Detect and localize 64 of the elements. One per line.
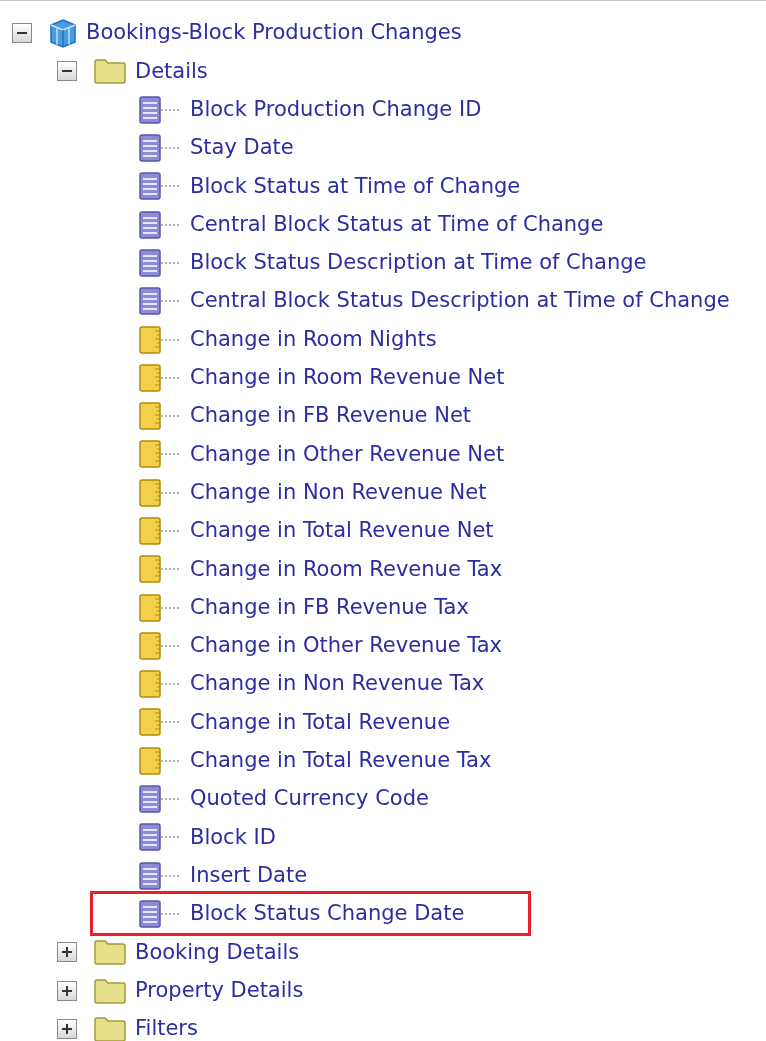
cube-icon [50, 19, 76, 48]
tree-item-label[interactable]: Central Block Status at Time of Change [190, 208, 604, 241]
column-icon [139, 785, 181, 813]
tree-item-label[interactable]: Change in Total Revenue Net [190, 515, 494, 547]
tree-item-label[interactable]: Change in Non Revenue Tax [190, 668, 485, 700]
tree-item-label[interactable]: Stay Date [190, 132, 294, 164]
folder-icon [94, 978, 126, 1004]
ruler-icon [139, 632, 181, 660]
expand-toggle[interactable] [57, 1018, 77, 1039]
ruler-icon [139, 555, 181, 584]
column-icon [139, 287, 181, 315]
ruler-icon [139, 747, 181, 775]
tree-item-label[interactable]: Change in Room Nights [190, 323, 437, 356]
tree-item-label[interactable]: Details [135, 55, 208, 88]
ruler-icon [139, 517, 181, 545]
ruler-icon [139, 440, 181, 469]
tree-item-label[interactable]: Block Status Description at Time of Change [190, 247, 647, 279]
expand-toggle[interactable] [57, 942, 77, 963]
tree-item-label[interactable]: Quoted Currency Code [190, 783, 429, 815]
ruler-icon [139, 593, 181, 622]
folder-icon [94, 59, 126, 85]
column-icon [139, 134, 181, 162]
tree-item-label[interactable]: Change in Non Revenue Net [190, 476, 487, 509]
column-icon [139, 900, 181, 928]
tree-item-label[interactable]: Block Status Change Date [190, 898, 465, 930]
tree-item-label[interactable]: Change in FB Revenue Net [190, 400, 472, 432]
tree-item-label[interactable]: Booking Details [135, 936, 300, 968]
tree-item-label[interactable]: Change in Total Revenue Tax [190, 745, 492, 777]
tree-item-label[interactable]: Change in Room Revenue Net [190, 362, 505, 394]
tree-item-label[interactable]: Insert Date [190, 859, 308, 892]
tree-item-label[interactable]: Central Block Status Description at Time of Change [190, 285, 730, 317]
ruler-icon [139, 325, 181, 354]
tree-item-label[interactable]: Block Status at Time of Change [190, 170, 521, 203]
plus-icon [61, 946, 73, 959]
tree-item-label[interactable]: Change in Other Revenue Tax [190, 630, 502, 662]
tree-item-label[interactable]: Change in Total Revenue [190, 706, 451, 739]
tree-item-label[interactable]: Bookings-Block Production Changes [86, 17, 462, 49]
ruler-icon [139, 364, 181, 392]
tree-item-label[interactable]: Property Details [135, 974, 304, 1007]
ruler-icon [139, 708, 181, 737]
tree-item-label[interactable]: Filters [135, 1013, 198, 1041]
tree-item-label[interactable]: Change in FB Revenue Tax [190, 591, 469, 624]
column-icon [139, 96, 181, 124]
collapse-toggle[interactable] [12, 23, 32, 44]
tree-item-label[interactable]: Change in Other Revenue Net [190, 438, 505, 471]
column-icon [139, 861, 181, 890]
collapse-toggle[interactable] [57, 61, 77, 82]
tree-item-label[interactable]: Block Production Change ID [190, 94, 482, 126]
ruler-icon [139, 670, 181, 698]
column-icon [139, 249, 181, 277]
column-icon [139, 823, 181, 852]
tree-item-label[interactable]: Block ID [190, 821, 276, 854]
column-icon [139, 172, 181, 201]
folder-icon [94, 1017, 126, 1041]
minus-icon [16, 32, 28, 35]
expand-toggle[interactable] [57, 980, 77, 1001]
column-icon [139, 210, 181, 239]
ruler-icon [139, 402, 181, 430]
plus-icon [61, 984, 73, 997]
plus-icon [61, 1022, 73, 1035]
tree-item-label[interactable]: Change in Room Revenue Tax [190, 553, 503, 586]
minus-icon [61, 70, 73, 73]
ruler-icon [139, 478, 181, 507]
folder-icon [94, 940, 126, 965]
